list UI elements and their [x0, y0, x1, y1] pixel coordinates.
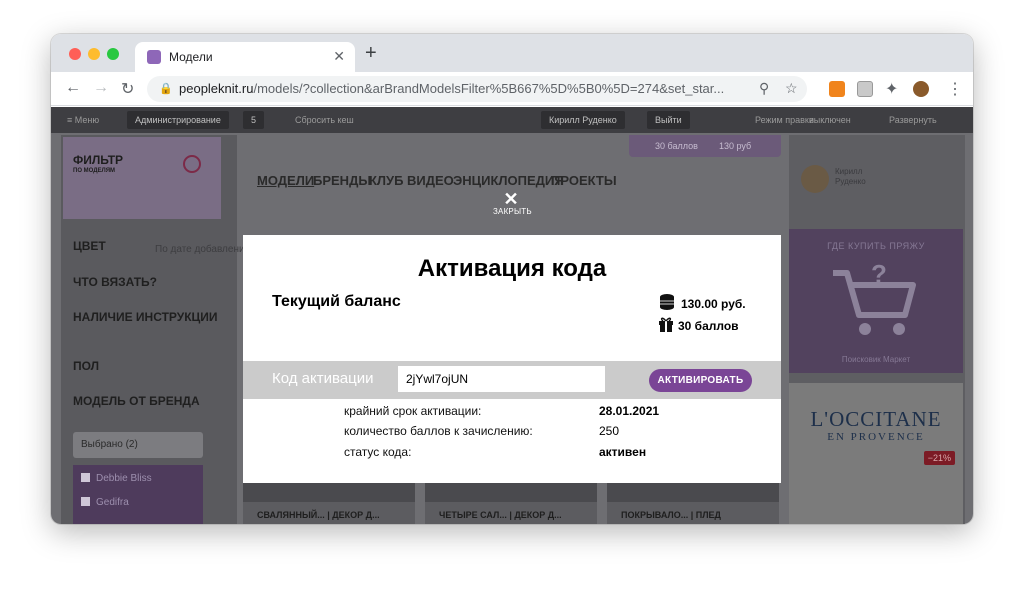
right-column: Кирилл Руденко ГДЕ КУПИТЬ ПРЯЖУ ? Поиско…: [789, 135, 965, 524]
nav-club[interactable]: КЛУБ: [369, 173, 404, 188]
close-icon: ✕: [503, 189, 519, 209]
header-points: 30 баллов: [655, 141, 698, 151]
gift-icon: [659, 317, 673, 332]
activation-band: Код активации АКТИВИРОВАТЬ: [243, 361, 781, 399]
url-path: /models/?collection&arBrandModelsFilter%…: [253, 81, 725, 96]
reload-icon[interactable]: ↻: [121, 79, 134, 99]
activate-button[interactable]: АКТИВИРОВАТЬ: [649, 369, 752, 392]
admin-bar: ≡ Меню Администрирование 5 Сбросить кеш …: [51, 107, 973, 133]
lock-icon: 🔒: [159, 83, 173, 95]
profile-avatar[interactable]: [801, 165, 829, 193]
header-money: 130 руб: [719, 141, 752, 151]
modal-close-label: ЗАКРЫТЬ: [493, 207, 532, 216]
ad-brand-sub: EN PROVENCE: [827, 431, 925, 443]
ad-brand: L'OCCITANE: [810, 407, 942, 431]
code-status-label: статус кода:: [344, 445, 412, 459]
points-to-credit-label: количество баллов к зачислению:: [344, 424, 533, 438]
balance-money: 130.00 руб.: [681, 297, 746, 311]
logout-button[interactable]: Выйти: [647, 111, 690, 129]
browser-tab[interactable]: Модели ✕: [135, 42, 355, 72]
bookmark-star-icon[interactable]: ☆: [785, 80, 798, 97]
notifications-count: 5: [251, 115, 257, 125]
brand-item[interactable]: Debbie Bliss: [81, 473, 152, 484]
profile-name[interactable]: Кирилл Руденко: [835, 167, 885, 187]
new-tab-button[interactable]: +: [365, 43, 377, 63]
product-label: ПОКРЫВАЛО... | ПЛЕД: [621, 510, 721, 520]
maximize-window-button[interactable]: [107, 48, 119, 60]
profile-avatar-icon[interactable]: [913, 81, 929, 97]
page-content: ≡ Меню Администрирование 5 Сбросить кеш …: [51, 107, 973, 524]
browser-toolbar: ← → ↻ 🔒 peopleknit.ru/models/?collection…: [51, 72, 973, 106]
user-button[interactable]: Кирилл Руденко: [541, 111, 625, 129]
filter-section-color[interactable]: ЦВЕТ: [73, 239, 106, 253]
tab-close-icon[interactable]: ✕: [333, 48, 345, 65]
svg-text:?: ?: [871, 263, 887, 289]
shopping-cart-icon: ?: [833, 263, 916, 335]
tab-bar: Модели ✕ +: [51, 34, 973, 72]
expiry-value: 28.01.2021: [599, 404, 660, 418]
tab-title: Модели: [169, 50, 213, 64]
balance-label: Текущий баланс: [272, 293, 401, 310]
nav-brands[interactable]: БРЕНДЫ: [313, 173, 371, 188]
forward-arrow-icon[interactable]: →: [93, 79, 109, 97]
filter-section-what[interactable]: ЧТО ВЯЗАТЬ?: [73, 275, 157, 289]
filter-add-icon[interactable]: [183, 155, 201, 173]
edit-mode-label: Режим правки: [755, 115, 814, 125]
close-window-button[interactable]: [69, 48, 81, 60]
rss-extension-icon[interactable]: [829, 81, 845, 97]
menu-kebab-icon[interactable]: ⋮: [947, 79, 963, 99]
where-to-buy-card[interactable]: ГДЕ КУПИТЬ ПРЯЖУ ? Поисковик Маркет: [789, 229, 963, 373]
activation-modal: Активация кода Текущий баланс 130.00 руб…: [243, 235, 781, 483]
admin-button[interactable]: Администрирование: [127, 111, 229, 129]
header-balance: 30 баллов 130 руб: [629, 135, 781, 157]
menu-link[interactable]: ≡ Меню: [67, 115, 99, 125]
code-label: Код активации: [272, 370, 374, 387]
url-text: peopleknit.ru/models/?collection&arBrand…: [179, 81, 724, 96]
product-label: ЧЕТЫРЕ САЛ... | ДЕКОР Д...: [439, 510, 562, 520]
filter-section-instructions[interactable]: НАЛИЧИЕ ИНСТРУКЦИИ: [73, 310, 218, 324]
linkedin-extension-icon[interactable]: [857, 81, 873, 97]
where-to-buy-title: ГДЕ КУПИТЬ ПРЯЖУ: [827, 241, 925, 251]
balance-points: 30 баллов: [678, 319, 739, 333]
coins-icon: [660, 294, 674, 310]
filter-section-gender[interactable]: ПОЛ: [73, 359, 99, 373]
zoom-search-icon[interactable]: ⚲: [759, 80, 769, 97]
code-status-value: активен: [599, 445, 647, 459]
activation-code-input[interactable]: [398, 366, 605, 392]
product-label: СВАЛЯННЫЙ... | ДЕКОР Д...: [257, 510, 380, 520]
minimize-window-button[interactable]: [88, 48, 100, 60]
brand-item[interactable]: Gedifra: [81, 497, 129, 508]
site-favicon-icon: [147, 50, 161, 64]
market-search-label: Поисковик Маркет: [841, 355, 911, 364]
filter-subtitle: ПО МОДЕЛЯМ: [73, 168, 116, 174]
url-domain: peopleknit.ru: [179, 81, 254, 96]
selected-count: Выбрано (2): [81, 439, 138, 450]
filter-section-brand-model[interactable]: МОДЕЛЬ ОТ БРЕНДА: [73, 394, 200, 408]
notifications-button[interactable]: 5: [243, 111, 265, 129]
expiry-label: крайний срок активации:: [344, 404, 482, 418]
points-to-credit-value: 250: [599, 424, 620, 438]
filter-header: ФИЛЬТР ПО МОДЕЛЯМ: [63, 137, 221, 219]
edit-mode-state[interactable]: выключен: [809, 115, 851, 125]
expand-link[interactable]: Развернуть: [889, 115, 937, 125]
modal-title: Активация кода: [417, 255, 607, 282]
nav-models[interactable]: МОДЕЛИ: [257, 173, 314, 188]
selected-brands-select[interactable]: Выбрано (2): [73, 432, 203, 458]
extensions-puzzle-icon[interactable]: ✦: [885, 79, 898, 99]
address-bar[interactable]: 🔒 peopleknit.ru/models/?collection&arBra…: [147, 76, 807, 102]
ad-banner[interactable]: L'OCCITANE EN PROVENCE −21%: [789, 383, 963, 524]
modal-close-button[interactable]: ✕ ЗАКРЫТЬ: [493, 189, 532, 216]
browser-window: Модели ✕ + ← → ↻ 🔒 peopleknit.ru/models/…: [51, 34, 973, 524]
back-arrow-icon[interactable]: ←: [65, 79, 81, 97]
ad-discount-badge: −21%: [923, 451, 955, 465]
nav-encyclopedia[interactable]: ЭНЦИКЛОПЕДИЯ: [453, 173, 564, 188]
filter-title: ФИЛЬТР: [73, 153, 124, 167]
reset-cache-link[interactable]: Сбросить кеш: [295, 115, 354, 125]
nav-projects[interactable]: ПРОЕКТЫ: [551, 173, 617, 188]
nav-video[interactable]: ВИДЕО: [407, 173, 454, 188]
brand-list: Debbie Bliss Gedifra: [73, 465, 203, 524]
sort-label[interactable]: По дате добавлени: [155, 244, 245, 255]
